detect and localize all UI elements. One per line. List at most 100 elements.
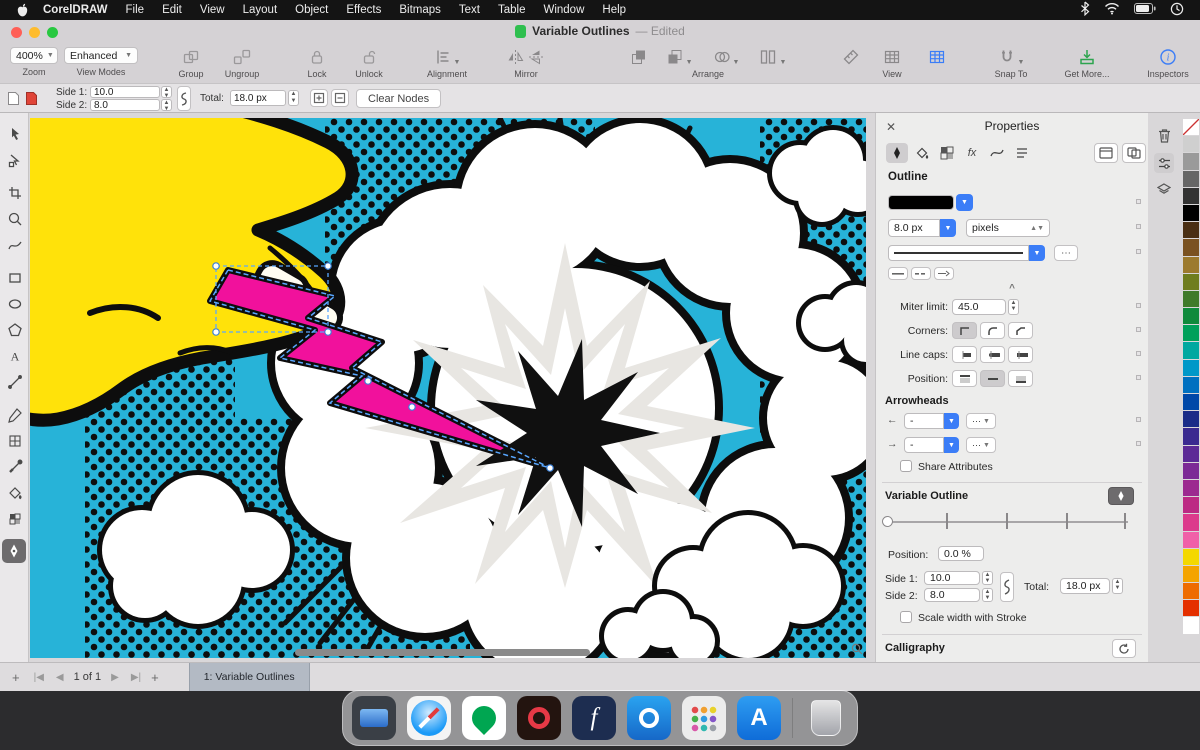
prev-page-button[interactable]: ◀ [56,672,64,683]
combine-icon[interactable] [713,48,731,66]
palette-swatch[interactable] [1183,187,1199,204]
outline-color-swatch[interactable] [888,195,954,210]
palette-swatch[interactable] [1183,514,1199,531]
next-page-button[interactable]: ▶ [111,672,119,683]
view-modes-select[interactable]: Enhanced ▼ [64,47,138,64]
wireframe-view-button[interactable] [1094,143,1118,163]
total-input[interactable] [230,90,286,106]
bluetooth-icon[interactable] [1080,1,1090,19]
palette-swatch[interactable] [1183,617,1199,634]
miter-limit-value[interactable]: 45.0 [952,299,1006,315]
share-attributes-checkbox[interactable] [900,460,912,472]
palette-swatch[interactable] [1183,583,1199,600]
pixel-grid-icon[interactable] [922,47,952,66]
clear-nodes-button[interactable]: Clear Nodes [356,89,442,108]
line-style-more-button[interactable]: ⋯ [1054,245,1078,261]
grid-view-icon[interactable] [872,47,912,66]
tuning-docker-icon[interactable] [1154,153,1174,173]
dock-icon-safari[interactable] [407,696,451,740]
group-icon[interactable] [172,47,210,66]
wifi-icon[interactable] [1104,2,1120,18]
dash-style-button-1[interactable] [888,267,908,280]
palette-swatch[interactable] [1183,445,1199,462]
menu-item-layout[interactable]: Layout [243,4,278,16]
palette-swatch[interactable] [1183,119,1199,136]
palette-swatch[interactable] [1183,376,1199,393]
fill-tool[interactable] [0,480,29,506]
slider-tick-2[interactable] [1006,513,1008,529]
palette-swatch[interactable] [1183,548,1199,565]
position-outside-button[interactable] [952,370,977,387]
tab-transparency-icon[interactable] [936,143,958,163]
dock-icon-connect[interactable] [627,696,671,740]
zoom-level-select[interactable]: 400% ▼ [10,47,58,64]
split-view-button[interactable] [1122,143,1146,163]
vo-total-value[interactable]: 18.0 px [1060,578,1110,594]
pick-tool[interactable] [0,121,29,147]
transparency-tool[interactable] [0,506,29,532]
menu-item-edit[interactable]: Edit [162,4,182,16]
mirror-vertical-icon[interactable] [527,48,546,66]
corner-miter-button[interactable] [952,322,977,339]
layers-docker-icon[interactable] [1154,179,1174,199]
slider-tick-3[interactable] [1066,513,1068,529]
corner-bevel-button[interactable] [1008,322,1033,339]
app-menu-coreldraw[interactable]: CorelDRAW [43,4,108,16]
miter-limit-stepper[interactable]: ▲ ▼ [1008,299,1019,315]
vo-side1-value[interactable]: 10.0 [924,571,980,585]
side2-stepper[interactable]: ▲ ▼ [161,99,172,111]
ungroup-icon[interactable] [221,47,263,66]
battery-icon[interactable] [1134,3,1156,17]
polygon-tool[interactable] [0,317,29,343]
pen-tool[interactable] [0,402,29,428]
horizontal-scrollbar[interactable] [295,649,590,656]
vo-total-stepper[interactable]: ▲ ▼ [1112,578,1123,594]
remove-node-button[interactable] [331,89,349,107]
side1-stepper[interactable]: ▲ ▼ [161,86,172,98]
menu-item-help[interactable]: Help [602,4,626,16]
control-center-icon[interactable] [1170,2,1184,19]
add-page-button-2[interactable]: + [151,670,159,685]
tab-outline-pen-icon[interactable] [886,143,908,163]
tab-effects-icon[interactable]: fx [961,143,983,163]
doc-red-icon[interactable] [25,91,38,106]
dock-icon-coreldraw[interactable] [462,696,506,740]
palette-swatch[interactable] [1183,170,1199,187]
menu-item-text[interactable]: Text [459,4,480,16]
tab-fill-icon[interactable] [911,143,933,163]
tab-summary-icon[interactable] [1011,143,1033,163]
outline-units-select[interactable]: pixels ▲▼ [966,219,1050,237]
close-panel-icon[interactable]: ✕ [886,120,896,134]
palette-swatch[interactable] [1183,359,1199,376]
corner-round-button[interactable] [980,322,1005,339]
calligraphy-reset-button[interactable] [1112,639,1136,658]
to-front-icon[interactable] [630,48,648,66]
dash-style-button-3[interactable] [934,267,954,280]
palette-swatch[interactable] [1183,153,1199,170]
palette-swatch[interactable] [1183,497,1199,514]
vo-side2-value[interactable]: 8.0 [924,588,980,602]
rectangle-tool[interactable] [0,265,29,291]
palette-swatch[interactable] [1183,239,1199,256]
last-page-button[interactable]: ▶| [131,672,141,683]
outline-width-dropdown[interactable]: ▼ [940,219,956,237]
arrow-start-options-button[interactable]: ⋯ ▼ [966,413,996,429]
palette-swatch[interactable] [1183,479,1199,497]
crop-tool[interactable] [0,180,29,206]
menu-item-table[interactable]: Table [498,4,526,16]
line-tool[interactable] [0,369,29,395]
palette-swatch[interactable] [1183,222,1199,239]
get-more-icon[interactable] [1056,47,1118,66]
palette-swatch[interactable] [1183,342,1199,359]
ellipse-tool[interactable] [0,291,29,317]
slider-tick-4[interactable] [1124,513,1126,529]
apple-menu-icon[interactable] [16,3,29,18]
distribute-icon[interactable] [759,48,777,66]
outline-color-dropdown[interactable]: ▼ [956,194,973,211]
cap-round-button[interactable] [980,346,1005,363]
arrow-start-select[interactable]: - [904,413,944,429]
menu-item-object[interactable]: Object [295,4,328,16]
palette-swatch[interactable] [1183,428,1199,445]
mirror-horizontal-icon[interactable] [506,48,525,66]
menu-item-effects[interactable]: Effects [346,4,381,16]
